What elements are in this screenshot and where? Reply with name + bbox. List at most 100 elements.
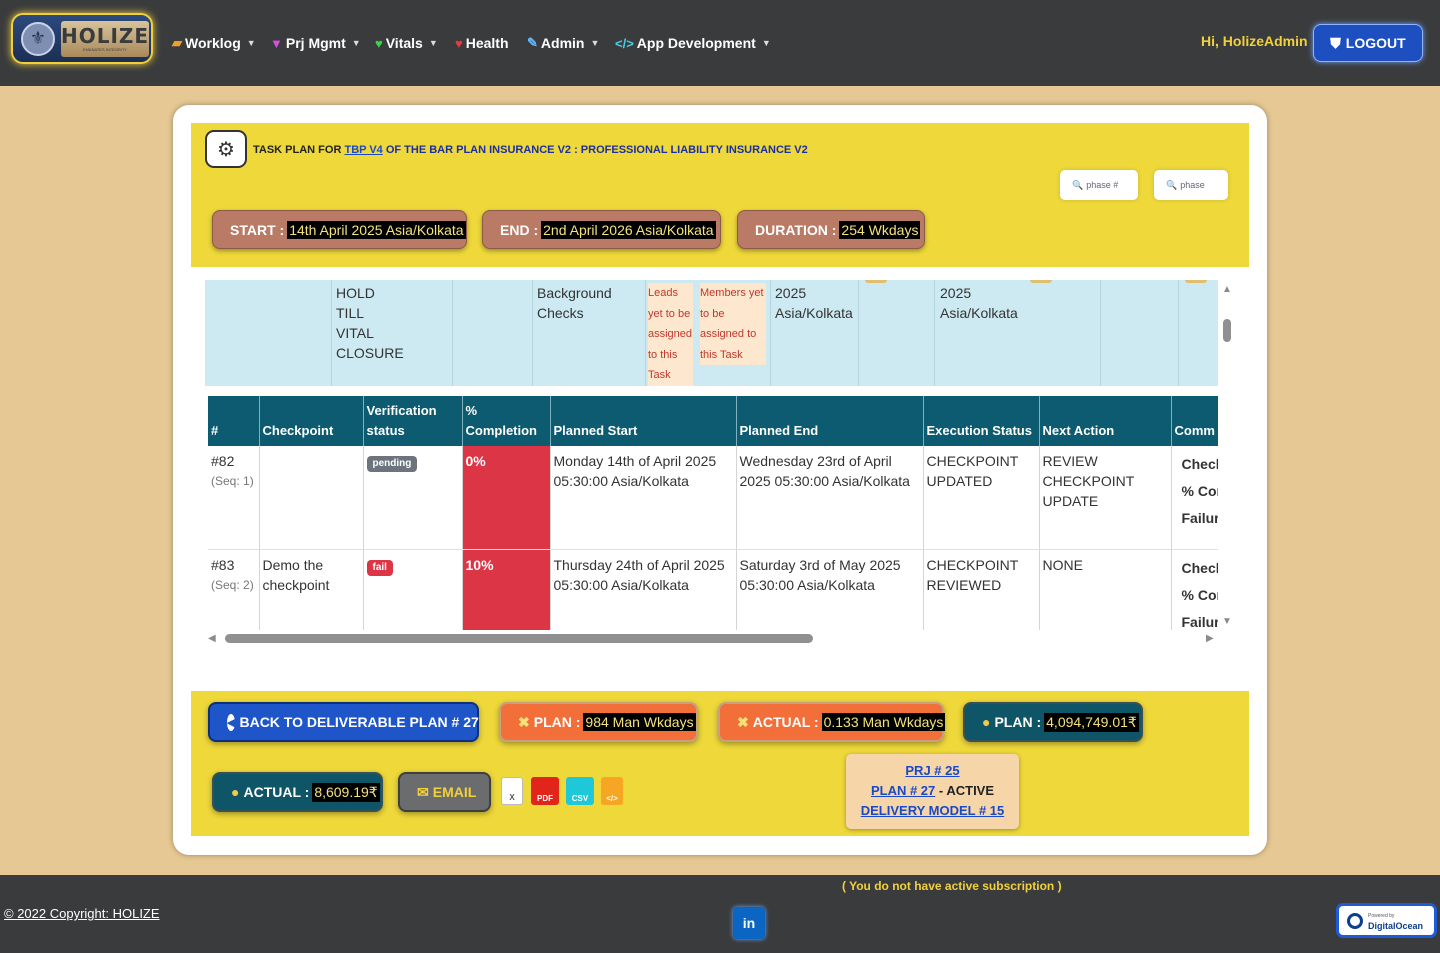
nav-app-development[interactable]: </> App Development ▼ — [615, 32, 771, 54]
scroll-down-arrow-icon[interactable]: ▼ — [1222, 616, 1232, 627]
briefcase-icon: ▰ — [172, 35, 182, 50]
cell-comments: Check % Cor Failur — [1171, 549, 1219, 630]
note-line: assigned to — [700, 328, 757, 340]
table-row[interactable]: #82 (Seq: 1) pending 0% Monday 14th of A… — [208, 446, 1219, 550]
col-header-planned-end[interactable]: Planned End — [736, 396, 924, 446]
checkpoint-number: #82 — [211, 453, 235, 469]
cell-checkpoint: Demo the checkpoint — [259, 549, 364, 630]
prev-status-line: HOLD — [336, 285, 375, 301]
phase-search[interactable]: 🔍 phase — [1154, 170, 1228, 200]
pdf-export-icon[interactable]: PDF — [531, 777, 559, 805]
checkpoint-table: # Checkpoint Verification status % Compl… — [208, 396, 1218, 630]
start-label: START : — [230, 221, 285, 238]
search-icon: 🔍 — [1072, 179, 1084, 190]
project-plan-info-box: PRJ # 25 PLAN # 27 - ACTIVE DELIVERY MOD… — [846, 754, 1019, 829]
nav-prj-mgmt-label: Prj Mgmt — [285, 35, 346, 51]
prev-status-cell: HOLD TILL VITAL CLOSURE — [336, 283, 404, 363]
col-header-num[interactable]: # — [208, 396, 260, 446]
col-header-next-action[interactable]: Next Action — [1039, 396, 1172, 446]
scroll-left-arrow-icon[interactable]: ◀ — [208, 633, 216, 644]
email-button[interactable]: ✉ EMAIL — [398, 772, 491, 812]
digitalocean-badge[interactable]: Powered by DigitalOcean — [1336, 903, 1437, 938]
cell-marker — [1185, 280, 1207, 283]
note-line: Task — [648, 369, 671, 381]
col-divider — [532, 280, 533, 386]
actual-label: ACTUAL : — [752, 714, 819, 730]
back-to-deliverable-plan-button[interactable]: ◀ BACK TO DELIVERABLE PLAN # 27 — [208, 702, 479, 742]
nav-health[interactable]: ♥ Health — [455, 32, 509, 54]
nav-vitals[interactable]: ♥ Vitals ▼ — [375, 32, 438, 54]
scroll-up-arrow-icon[interactable]: ▲ — [1222, 284, 1232, 295]
chevron-down-icon: ▼ — [761, 38, 771, 48]
table-row[interactable]: #83 (Seq: 2) Demo the checkpoint fail 10… — [208, 549, 1218, 630]
nav-admin[interactable]: ✎ Admin ▼ — [527, 32, 599, 54]
linkedin-icon[interactable]: in — [733, 907, 765, 939]
wrench-icon: ✎ — [527, 35, 538, 50]
user-greeting: Hi, HolizeAdmin — [1201, 33, 1308, 49]
cell-planned-end: Saturday 3rd of May 2025 05:30:00 Asia/K… — [736, 549, 924, 630]
plan-status: - ACTIVE — [938, 783, 995, 798]
col-header-verification[interactable]: Verification status — [363, 396, 463, 446]
col-divider — [331, 280, 332, 386]
tbp-link[interactable]: TBP V4 — [344, 144, 382, 156]
code-export-glyph: </> — [606, 794, 618, 803]
plan-cost-badge: ● PLAN : 4,094,749.01₹ — [963, 702, 1143, 742]
plan-link[interactable]: PLAN # 27 — [871, 783, 935, 798]
col-divider — [858, 280, 859, 386]
nav-prj-mgmt[interactable]: ▼ Prj Mgmt ▼ — [270, 32, 361, 54]
checkpoint-table-scroll[interactable]: HOLD TILL VITAL CLOSURE Background Check… — [205, 280, 1218, 630]
nav-worklog[interactable]: ▰ Worklog ▼ — [172, 32, 256, 54]
code-export-icon[interactable]: </> — [601, 777, 623, 805]
excel-export-icon[interactable]: X — [501, 777, 523, 805]
horizontal-scroll-thumb[interactable] — [225, 634, 813, 643]
coins-icon: ● — [982, 714, 991, 730]
logout-button[interactable]: ⛊ LOGOUT — [1313, 24, 1423, 62]
cell-num: #83 (Seq: 2) — [208, 549, 260, 630]
start-date-pill: START : 14th April 2025 Asia/Kolkata — [212, 210, 467, 249]
cell-planned-end: Wednesday 23rd of April 2025 05:30:00 As… — [736, 446, 924, 550]
col-header-checkpoint[interactable]: Checkpoint — [259, 396, 364, 446]
page-footer — [0, 875, 1440, 953]
cell-execution-status: CHECKPOINT REVIEWED — [923, 549, 1040, 630]
start-value: 14th April 2025 Asia/Kolkata — [287, 220, 466, 239]
comment-line: % Cor — [1181, 483, 1219, 499]
holize-logo[interactable]: ⚜ HOLIZE EMANATES INTEGRITY — [11, 13, 153, 64]
prev-start-line: 2025 — [775, 285, 807, 301]
col-header-comments[interactable]: Comm — [1171, 396, 1218, 446]
funnel-icon: ▼ — [270, 35, 283, 51]
nav-app-development-label: App Development — [636, 35, 756, 51]
prj-link[interactable]: PRJ # 25 — [905, 763, 959, 778]
vertical-scroll-thumb[interactable] — [1223, 319, 1231, 342]
nav-admin-label: Admin — [540, 35, 585, 51]
duration-value: 254 Wkdays — [839, 220, 921, 239]
col-divider — [645, 280, 646, 386]
col-header-completion[interactable]: % Completion — [462, 396, 551, 446]
shield-icon: ⛊ — [1330, 34, 1341, 51]
plan-cost-label: PLAN : — [994, 714, 1042, 730]
copyright-link[interactable]: © 2022 Copyright: HOLIZE — [4, 906, 160, 921]
excel-export-glyph: X — [509, 793, 515, 802]
col-header-planned-start[interactable]: Planned Start — [550, 396, 737, 446]
actual-value: 0.133 Man Wkdays — [821, 713, 946, 731]
task-plan-icon: ⚙ — [205, 130, 247, 168]
logo-tagline: EMANATES INTEGRITY — [82, 47, 128, 52]
envelope-icon: ✉ — [417, 783, 429, 800]
comment-line: Failur — [1181, 510, 1219, 526]
email-label: EMAIL — [432, 784, 477, 800]
title-rest: OF THE BAR PLAN INSURANCE V2 : PROFESSIO… — [385, 144, 808, 156]
prev-end-line: 2025 — [940, 285, 972, 301]
do-name: DigitalOcean — [1368, 920, 1424, 931]
end-label: END : — [500, 221, 539, 238]
leads-unassigned-note: Leads yet to be assigned to this Task — [648, 283, 693, 386]
prev-status-line: CLOSURE — [336, 345, 404, 361]
csv-export-icon[interactable]: CSV — [566, 777, 594, 805]
nav-health-label: Health — [465, 35, 509, 51]
phase-number-search[interactable]: 🔍 phase # — [1060, 170, 1138, 200]
digitalocean-text: Powered by DigitalOcean — [1368, 911, 1423, 931]
prev-task-line: Checks — [537, 305, 584, 321]
scroll-right-arrow-icon[interactable]: ▶ — [1206, 633, 1214, 644]
col-header-execution-status[interactable]: Execution Status — [923, 396, 1040, 446]
col-divider — [934, 280, 935, 386]
nav-vitals-label: Vitals — [385, 35, 423, 51]
delivery-model-link[interactable]: DELIVERY MODEL # 15 — [861, 803, 1005, 818]
